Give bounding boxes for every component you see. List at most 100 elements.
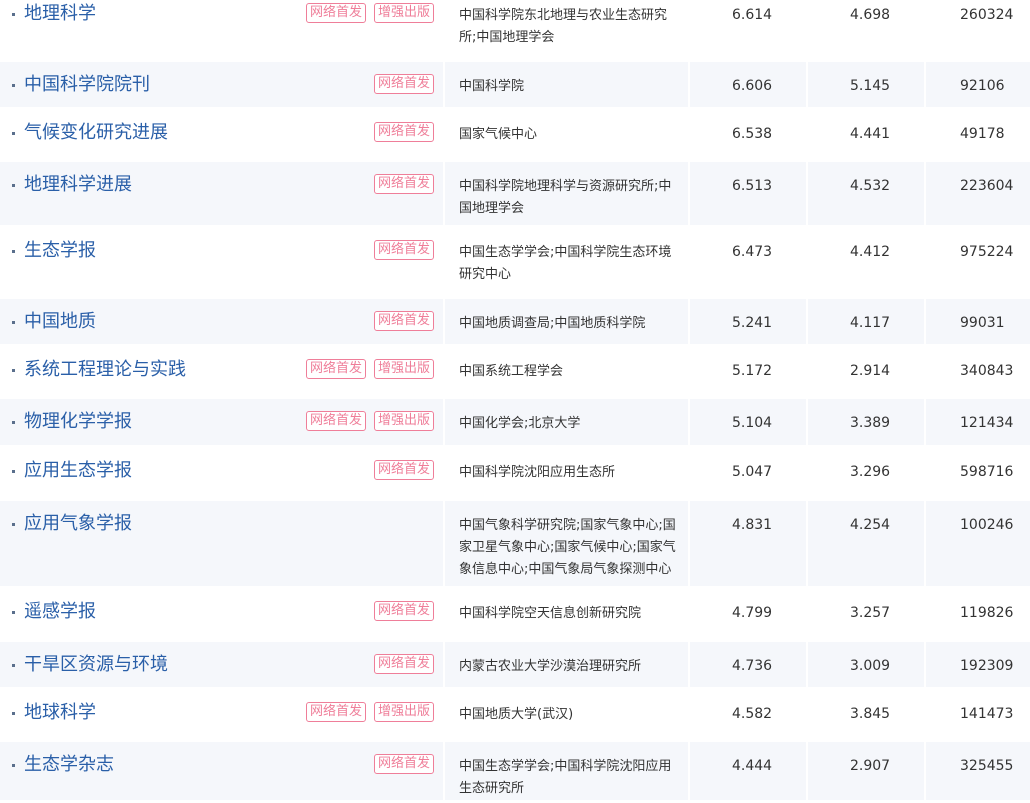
online-first-badge[interactable]: 网络首发: [373, 122, 434, 142]
journal-name-link[interactable]: 生态学杂志: [24, 754, 114, 776]
badge-group: 网络首发: [373, 754, 434, 774]
citation-count: 100246: [926, 501, 1030, 586]
journal-table: 地理科学 网络首发 增强出版 中国科学院东北地理与农业生态研究所;中国地理学会 …: [0, 0, 1030, 803]
bullet-icon: [12, 13, 15, 16]
journal-name-link[interactable]: 地球科学: [24, 702, 96, 724]
table-row: 地球科学 网络首发 增强出版 中国地质大学(武汉) 4.582 3.845 14…: [0, 690, 1030, 739]
table-row: 中国地质 网络首发 中国地质调查局;中国地质科学院 5.241 4.117 99…: [0, 299, 1030, 344]
sponsor-org: 中国科学院空天信息创新研究院: [459, 606, 642, 621]
journal-name-link[interactable]: 气候变化研究进展: [24, 122, 168, 144]
online-first-badge[interactable]: 网络首发: [373, 174, 434, 194]
sponsor-org: 中国科学院沈阳应用生态所: [459, 465, 616, 480]
composite-impact-factor: 5.172: [732, 363, 773, 379]
journal-name-link[interactable]: 应用气象学报: [24, 513, 132, 535]
online-first-badge[interactable]: 网络首发: [305, 411, 366, 431]
table-row: 中国科学院院刊 网络首发 中国科学院 6.606 5.145 92106: [0, 62, 1030, 107]
bullet-icon: [12, 321, 15, 324]
comprehensive-impact-factor: 3.296: [850, 464, 891, 480]
online-first-badge[interactable]: 网络首发: [305, 702, 366, 722]
citation-count: 223604: [926, 162, 1030, 225]
table-row: 气候变化研究进展 网络首发 国家气候中心 6.538 4.441 49178: [0, 110, 1030, 159]
badge-group: 网络首发: [373, 240, 434, 260]
comprehensive-impact-factor: 4.532: [808, 162, 924, 225]
sponsor-org: 中国化学会;北京大学: [445, 399, 688, 445]
composite-impact-factor: 4.582: [732, 706, 773, 722]
journal-name-cell: 物理化学学报 网络首发 增强出版: [0, 399, 443, 445]
journal-name-link[interactable]: 中国科学院院刊: [24, 74, 150, 96]
comprehensive-impact-factor: 4.698: [850, 7, 891, 23]
online-first-badge[interactable]: 网络首发: [373, 754, 434, 774]
table-row: 生态学报 网络首发 中国生态学学会;中国科学院生态环境研究中心 6.473 4.…: [0, 228, 1030, 296]
sponsor-org: 中国生态学学会;中国科学院生态环境研究中心: [459, 245, 672, 282]
online-first-badge[interactable]: 网络首发: [373, 460, 434, 480]
citation-count: 99031: [926, 299, 1030, 344]
journal-name-link[interactable]: 干旱区资源与环境: [24, 654, 168, 676]
journal-name-link[interactable]: 遥感学报: [24, 601, 96, 623]
journal-name-link[interactable]: 地理科学进展: [24, 174, 132, 196]
comprehensive-impact-factor: 3.009: [808, 642, 924, 687]
enhanced-publication-badge[interactable]: 增强出版: [373, 3, 434, 23]
citation-count: 121434: [926, 399, 1030, 445]
journal-name-cell: 地理科学进展 网络首发: [0, 162, 443, 225]
comprehensive-impact-factor: 4.254: [808, 501, 924, 586]
composite-impact-factor: 4.831: [690, 501, 806, 586]
online-first-badge[interactable]: 网络首发: [373, 240, 434, 260]
journal-name-link[interactable]: 系统工程理论与实践: [24, 359, 186, 381]
bullet-icon: [12, 611, 15, 614]
online-first-badge[interactable]: 网络首发: [373, 311, 434, 331]
comprehensive-impact-factor: 4.441: [850, 126, 891, 142]
badge-group: 网络首发 增强出版: [305, 3, 434, 23]
journal-name-cell: 遥感学报 网络首发: [0, 589, 443, 639]
comprehensive-impact-factor: 4.117: [808, 299, 924, 344]
citation-count: 141473: [960, 706, 1014, 722]
badge-group: 网络首发: [373, 460, 434, 480]
online-first-badge[interactable]: 网络首发: [305, 3, 366, 23]
composite-impact-factor: 5.047: [732, 464, 773, 480]
composite-impact-factor: 6.614: [732, 7, 773, 23]
journal-name-cell: 地球科学 网络首发 增强出版: [0, 690, 443, 739]
enhanced-publication-badge[interactable]: 增强出版: [373, 359, 434, 379]
journal-name-cell: 系统工程理论与实践 网络首发 增强出版: [0, 347, 443, 396]
online-first-badge[interactable]: 网络首发: [373, 601, 434, 621]
bullet-icon: [12, 84, 15, 87]
journal-name-cell: 生态学报 网络首发: [0, 228, 443, 296]
composite-impact-factor: 4.444: [690, 742, 806, 800]
table-row: 地理科学 网络首发 增强出版 中国科学院东北地理与农业生态研究所;中国地理学会 …: [0, 0, 1030, 59]
sponsor-org: 中国科学院东北地理与农业生态研究所;中国地理学会: [459, 8, 668, 45]
table-row: 物理化学学报 网络首发 增强出版 中国化学会;北京大学 5.104 3.389 …: [0, 399, 1030, 445]
online-first-badge[interactable]: 网络首发: [373, 654, 434, 674]
journal-name-link[interactable]: 应用生态学报: [24, 460, 132, 482]
composite-impact-factor: 5.104: [690, 399, 806, 445]
bullet-icon: [12, 523, 15, 526]
sponsor-org: 内蒙古农业大学沙漠治理研究所: [445, 642, 688, 687]
table-row: 生态学杂志 网络首发 中国生态学学会;中国科学院沈阳应用生态研究所 4.444 …: [0, 742, 1030, 800]
online-first-badge[interactable]: 网络首发: [305, 359, 366, 379]
enhanced-publication-badge[interactable]: 增强出版: [373, 702, 434, 722]
citation-count: 119826: [960, 605, 1014, 621]
journal-name-link[interactable]: 地理科学: [24, 3, 96, 25]
journal-name-cell: 气候变化研究进展 网络首发: [0, 110, 443, 159]
comprehensive-impact-factor: 3.845: [850, 706, 891, 722]
composite-impact-factor: 6.538: [732, 126, 773, 142]
composite-impact-factor: 6.606: [690, 62, 806, 107]
bullet-icon: [12, 664, 15, 667]
comprehensive-impact-factor: 2.907: [808, 742, 924, 800]
journal-name-cell: 应用气象学报: [0, 501, 443, 586]
journal-name-link[interactable]: 生态学报: [24, 240, 96, 262]
bullet-icon: [12, 250, 15, 253]
online-first-badge[interactable]: 网络首发: [373, 74, 434, 94]
citation-count: 192309: [926, 642, 1030, 687]
comprehensive-impact-factor: 2.914: [850, 363, 891, 379]
sponsor-org: 中国气象科学研究院;国家气象中心;国家卫星气象中心;国家气候中心;国家气象信息中…: [445, 501, 688, 586]
sponsor-org: 中国地质调查局;中国地质科学院: [445, 299, 688, 344]
comprehensive-impact-factor: 3.389: [808, 399, 924, 445]
composite-impact-factor: 5.241: [690, 299, 806, 344]
composite-impact-factor: 4.799: [732, 605, 773, 621]
citation-count: 598716: [960, 464, 1014, 480]
bullet-icon: [12, 764, 15, 767]
enhanced-publication-badge[interactable]: 增强出版: [373, 411, 434, 431]
journal-name-link[interactable]: 中国地质: [24, 311, 96, 333]
journal-name-cell: 干旱区资源与环境 网络首发: [0, 642, 443, 687]
journal-name-link[interactable]: 物理化学学报: [24, 411, 132, 433]
sponsor-org: 国家气候中心: [459, 127, 538, 142]
